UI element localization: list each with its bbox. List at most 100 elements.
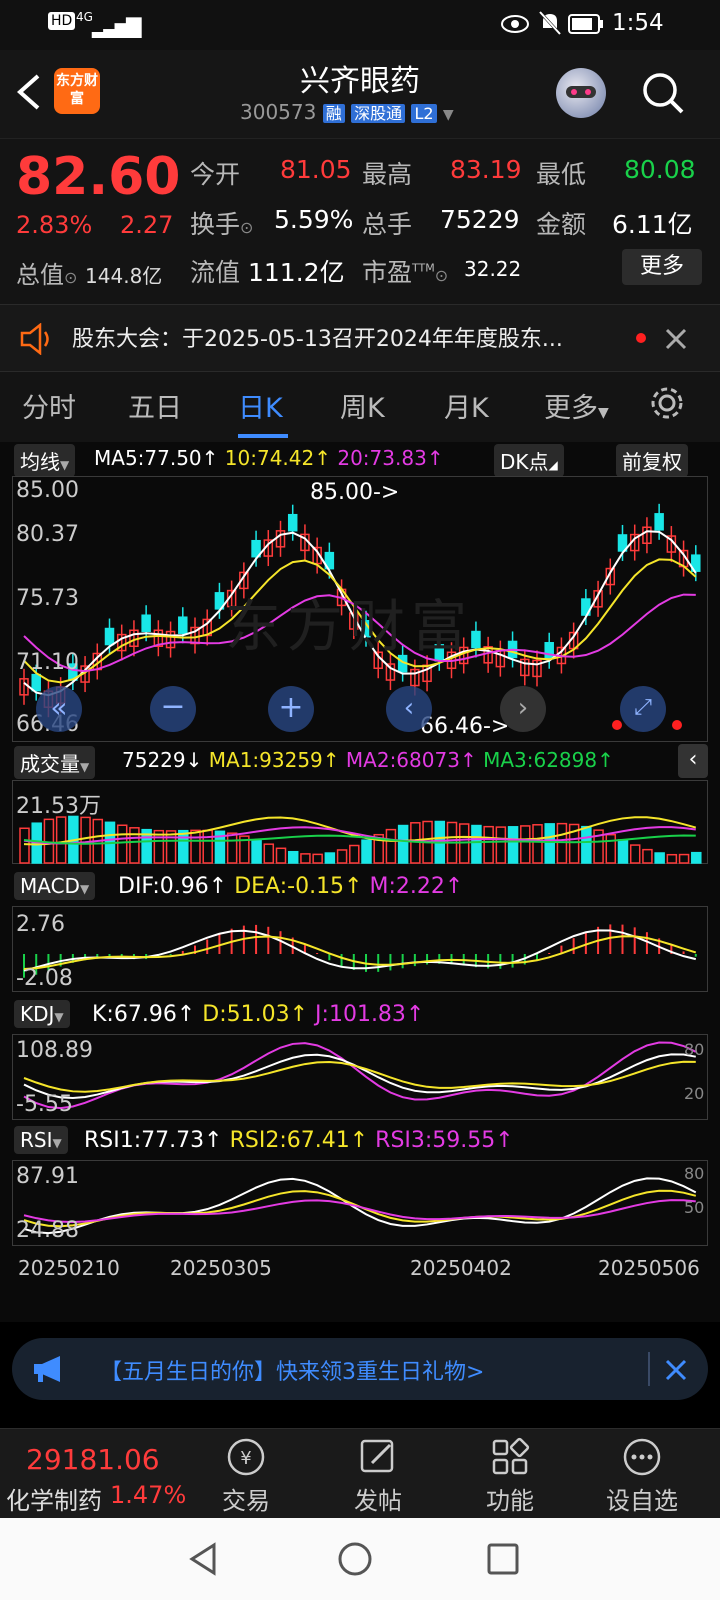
candle: [544, 642, 554, 660]
candle: [654, 513, 664, 531]
zoom-out-button[interactable]: −: [150, 686, 196, 732]
close-icon[interactable]: [664, 327, 688, 351]
volume-chart[interactable]: [12, 780, 708, 864]
svg-text:¥: ¥: [240, 1448, 251, 1469]
date-label: 20250506: [598, 1256, 700, 1280]
volume-bar: [397, 824, 409, 864]
info-icon[interactable]: ⊙: [435, 266, 448, 285]
macd-chart[interactable]: [12, 906, 708, 992]
rsi-chart[interactable]: [12, 1160, 708, 1246]
unread-dot: [636, 333, 646, 343]
nav-home-icon[interactable]: [336, 1540, 374, 1578]
rsi2: RSI2:67.41: [229, 1128, 350, 1153]
macd-dea: DEA:-0.15: [234, 874, 345, 899]
vol-ma3: MA3:62898: [483, 748, 598, 772]
volume-legend: 75229↓ MA1:93259↑ MA2:68073↑ MA3:62898↑: [122, 748, 614, 772]
tab-more[interactable]: 更多▼: [544, 386, 609, 425]
dk-point-button[interactable]: DK点◢: [494, 444, 564, 477]
promo-banner[interactable]: 【五月生日的你】快来领3重生日礼物>: [12, 1338, 708, 1400]
volume-bar: [55, 816, 67, 864]
info-icon[interactable]: ⊙: [240, 218, 253, 237]
macd-dif: DIF:0.96: [118, 874, 209, 899]
watermark: 东方财富: [225, 595, 473, 660]
more-button[interactable]: 更多: [622, 249, 702, 285]
macd-selector[interactable]: MACD▼: [14, 872, 96, 900]
kdj-chart[interactable]: [12, 1034, 708, 1120]
candle: [471, 630, 481, 649]
function-button[interactable]: 功能: [450, 1429, 570, 1519]
fullscreen-icon[interactable]: ⤢: [620, 686, 666, 732]
zoom-in-button[interactable]: +: [268, 686, 314, 732]
quote-panel: 82.60 2.83% 2.27 总值⊙ 144.8亿 今开 81.05 最高 …: [0, 138, 720, 304]
scroll-left-button[interactable]: ‹: [386, 686, 432, 732]
volume-bar: [654, 852, 665, 864]
change-amount: 2.27: [120, 211, 174, 239]
collapse-panel-button[interactable]: ‹: [678, 744, 708, 778]
info-icon[interactable]: ⊙: [64, 268, 77, 287]
rsi3: RSI3:59.55: [375, 1128, 496, 1153]
low-value: 80.08: [624, 155, 696, 184]
period-tabs: 分时 五日 日K 周K 月K 更多▼: [0, 372, 720, 442]
tab-daily-k[interactable]: 日K: [238, 386, 283, 425]
scroll-right-button[interactable]: ›: [500, 686, 546, 732]
add-watchlist-label: 设自选: [606, 1487, 678, 1515]
y-label-3: 75.73: [16, 586, 79, 611]
stock-code-row[interactable]: 300573 融 深股通 L2 ▼: [240, 100, 454, 126]
search-icon[interactable]: [640, 70, 686, 116]
trade-label: 交易: [222, 1487, 270, 1515]
volume-bar: [300, 853, 311, 864]
tab-five-day[interactable]: 五日: [128, 386, 182, 425]
function-label: 功能: [486, 1487, 534, 1515]
volume-bar: [165, 830, 177, 864]
volume-bar: [544, 823, 555, 864]
volume-bar: [349, 844, 360, 864]
open-value: 81.05: [280, 155, 352, 184]
index-value: 29181.06: [26, 1443, 160, 1476]
volume-bar: [251, 839, 262, 864]
rsi-selector[interactable]: RSI▼: [14, 1126, 68, 1154]
panel-frame: [12, 906, 708, 992]
status-bar: HD 4G ▂▃▅▇ 1:54: [0, 0, 720, 50]
candle: [104, 627, 115, 646]
add-watchlist-button[interactable]: 设自选: [582, 1429, 702, 1519]
banner-text: 【五月生日的你】快来领3重生日礼物>: [100, 1360, 485, 1385]
kdj-ref-bottom: 20: [684, 1084, 705, 1103]
index-change: 1.47%: [110, 1481, 187, 1509]
stock-code: 300573: [240, 100, 317, 124]
tag-margin: 融: [322, 104, 345, 123]
tab-weekly-k[interactable]: 周K: [340, 386, 385, 425]
volume-bar: [312, 853, 323, 864]
signal-icon: ▂▃▅▇: [92, 14, 141, 38]
nav-back-icon[interactable]: [186, 1542, 220, 1576]
candle: [287, 513, 298, 532]
nav-recents-icon[interactable]: [486, 1542, 520, 1576]
trade-button[interactable]: ¥ 交易: [186, 1429, 306, 1519]
scroll-left-fast-button[interactable]: «: [36, 686, 82, 732]
adjust-button[interactable]: 前复权: [616, 444, 688, 477]
post-button[interactable]: 发帖: [318, 1429, 438, 1519]
tab-monthly-k[interactable]: 月K: [444, 386, 489, 425]
volume-bar: [202, 829, 213, 864]
robot-assistant-icon[interactable]: [556, 68, 606, 118]
volume-bar: [581, 825, 592, 864]
grid-icon: [492, 1437, 530, 1475]
min-marker: 66.46->: [420, 714, 510, 739]
volume-bar: [80, 816, 91, 864]
bottom-toolbar: 29181.06 化学制药 1.47% ¥ 交易 发帖 功能 设自选: [0, 1428, 720, 1518]
kdj-d: D:51.03: [202, 1002, 290, 1027]
close-banner-icon[interactable]: [664, 1358, 688, 1382]
mcap-value: 144.8亿: [85, 264, 163, 288]
d-line: [23, 1060, 696, 1093]
notice-bar[interactable]: 股东大会：于2025-05-13召开2024年年度股东...: [0, 304, 720, 372]
index-name: 化学制药: [6, 1487, 102, 1515]
settings-gear-icon[interactable]: [648, 384, 686, 422]
volume-selector[interactable]: 成交量▼: [14, 746, 96, 779]
change-pct: 2.83%: [16, 211, 93, 239]
ma-selector[interactable]: 均线▼: [14, 444, 76, 477]
sector-index[interactable]: 29181.06 化学制药 1.47%: [0, 1429, 186, 1519]
volume-bar: [19, 827, 30, 864]
tab-intraday[interactable]: 分时: [22, 386, 76, 425]
kdj-legend: K:67.96↑ D:51.03↑ J:101.83↑: [92, 1002, 425, 1027]
kdj-selector[interactable]: KDJ▼: [14, 1000, 70, 1028]
signal-dot: [672, 720, 682, 730]
